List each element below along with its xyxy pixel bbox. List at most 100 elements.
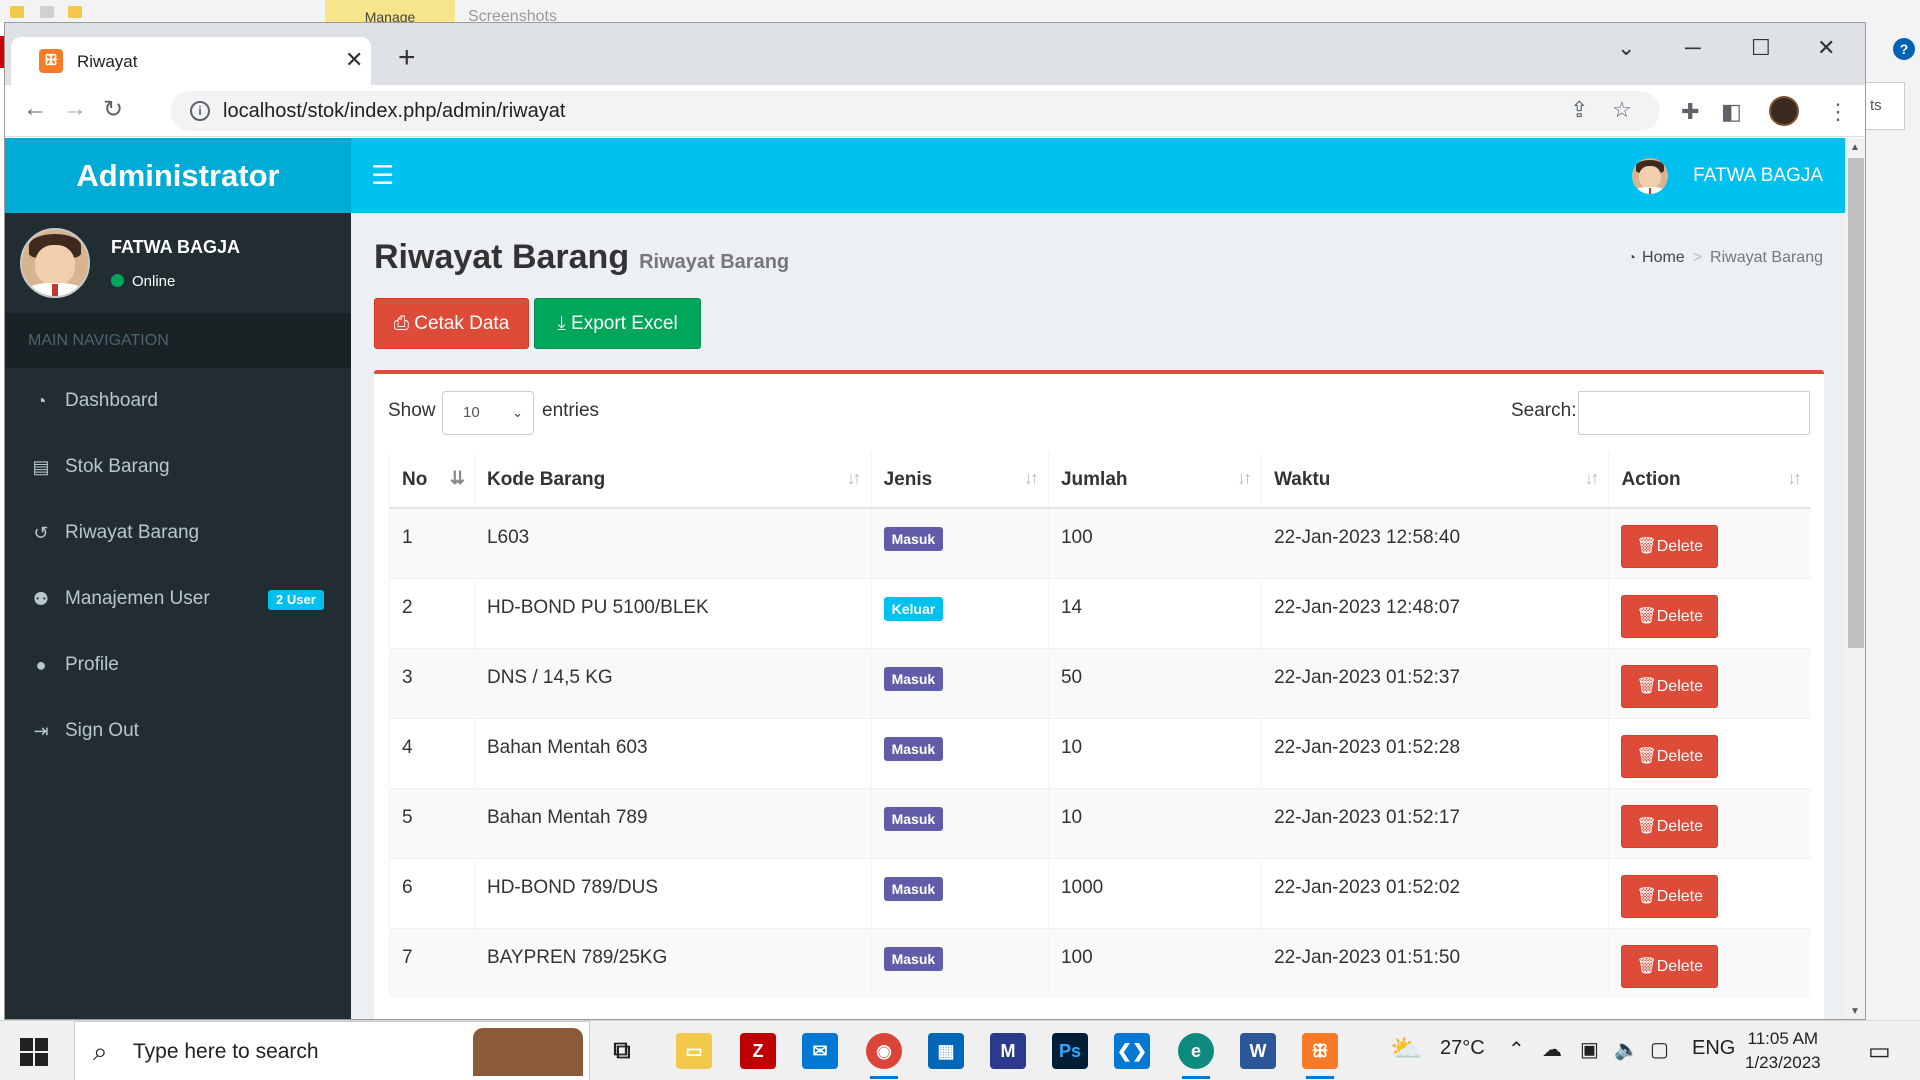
trash-icon: 🗑 (1636, 538, 1657, 555)
onedrive-icon[interactable]: ☁ (1542, 1037, 1562, 1062)
sidebar-item-sign-out[interactable]: ⇥ Sign Out (5, 698, 351, 764)
device-icon[interactable]: ▢ (1650, 1037, 1669, 1062)
filezilla-icon[interactable]: Z (740, 1033, 776, 1069)
close-tab-icon[interactable]: ✕ (345, 47, 363, 73)
export-excel-button[interactable]: ⤓ Export Excel (534, 298, 701, 349)
page-title: Riwayat Barang Riwayat Barang (374, 238, 789, 277)
column-header-waktu[interactable]: Waktu ↓↑ (1261, 452, 1609, 509)
sidebar-item-stok-barang[interactable]: ▤ Stok Barang (5, 434, 351, 500)
temperature[interactable]: 27°C (1440, 1037, 1485, 1060)
cell-action: 🗑Delete (1608, 577, 1811, 648)
print-button[interactable]: ⎙ Cetak Data (374, 298, 529, 349)
delete-button[interactable]: 🗑Delete (1621, 525, 1718, 568)
site-info-icon[interactable]: i (190, 101, 210, 121)
scroll-down-icon[interactable]: ▼ (1850, 1006, 1860, 1017)
column-header-action[interactable]: Action ↓↑ (1608, 452, 1811, 509)
sidebar-item-profile[interactable]: ● Profile (5, 632, 351, 698)
forward-icon[interactable]: → (63, 95, 87, 123)
background-manage-tab: Manage (325, 0, 455, 22)
delete-button[interactable]: 🗑Delete (1621, 734, 1718, 778)
clock[interactable]: 11:05 AM 1/23/2023 (1745, 1027, 1821, 1075)
scroll-up-icon[interactable]: ▲ (1850, 142, 1860, 153)
mail-icon[interactable]: ✉ (802, 1033, 838, 1069)
cell-waktu: 22-Jan-2023 01:52:28 (1261, 717, 1609, 788)
cell-no: 2 (389, 577, 475, 648)
word-icon[interactable]: W (1240, 1033, 1276, 1069)
delete-button[interactable]: 🗑Delete (1621, 664, 1718, 708)
sidebar-item-riwayat-barang[interactable]: ↺ Riwayat Barang (5, 500, 351, 566)
app-logo[interactable]: Administrator (5, 138, 351, 213)
sidebar-item-label: Dashboard (65, 390, 158, 411)
column-header-jumlah[interactable]: Jumlah ↓↑ (1047, 452, 1262, 509)
page-scrollbar[interactable]: ▲ ▼ (1845, 138, 1865, 1019)
clock-time: 11:05 AM (1747, 1029, 1819, 1048)
column-header-no[interactable]: No ⇊ (389, 452, 475, 509)
photoshop-icon[interactable]: Ps (1052, 1033, 1088, 1069)
weather-icon[interactable]: ⛅ (1390, 1033, 1422, 1064)
table-box: Show 10 ⌄ entries Search: No ⇊ Kode Baran (374, 370, 1824, 1019)
share-icon[interactable]: ⇪ (1570, 97, 1588, 123)
new-tab-icon[interactable]: + (398, 43, 416, 73)
edge-icon[interactable]: e (1178, 1033, 1214, 1079)
sidebar-toggle-icon[interactable]: ☰ (371, 160, 394, 191)
cell-waktu: 22-Jan-2023 01:51:50 (1261, 927, 1609, 998)
sidebar-menu: ◔ Dashboard ▤ Stok Barang ↺ Riwayat Bara… (5, 368, 351, 764)
vscode-icon[interactable]: ❮❯ (1114, 1033, 1150, 1069)
notifications-icon[interactable]: ▭ (1868, 1037, 1891, 1066)
help-icon[interactable]: ? (1893, 38, 1915, 60)
sidebar-item-label: Stok Barang (65, 456, 170, 477)
sidebar-item-manajemen-user[interactable]: ⚉ Manajemen User 2 User (5, 566, 351, 632)
file-explorer-icon[interactable]: ▭ (676, 1033, 712, 1069)
page-length-select[interactable]: 10 ⌄ (442, 391, 534, 435)
scrollbar-thumb[interactable] (1848, 158, 1864, 648)
maximize-icon[interactable]: ☐ (1751, 35, 1771, 61)
chevron-up-icon[interactable]: ⌃ (1508, 1037, 1525, 1062)
windows-start-icon[interactable] (20, 1038, 48, 1066)
address-bar[interactable]: i localhost/stok/index.php/admin/riwayat… (170, 91, 1660, 131)
menu-kebab-icon[interactable]: ⋮ (1827, 99, 1849, 125)
column-header-kode-barang[interactable]: Kode Barang ↓↑ (473, 452, 872, 509)
microsoft-store-icon[interactable]: ▦ (928, 1033, 964, 1069)
sign-out-icon: ⇥ (33, 721, 49, 741)
cell-jenis: Masuk (870, 787, 1049, 858)
profile-avatar[interactable] (1769, 96, 1799, 126)
delete-button[interactable]: 🗑Delete (1621, 594, 1718, 638)
table-header-row: No ⇊ Kode Barang ↓↑ Jenis ↓↑ Jumlah ↓↑ Waktu… (389, 452, 1811, 509)
network-icon[interactable]: ▣ (1580, 1037, 1599, 1062)
cell-kode-barang: BAYPREN 789/25KG (473, 927, 872, 998)
column-header-jenis[interactable]: Jenis ↓↑ (870, 452, 1049, 509)
jenis-badge: Masuk (883, 946, 944, 971)
extensions-icon[interactable]: ✚ (1681, 99, 1699, 125)
cell-kode-barang: HD-BOND PU 5100/BLEK (473, 577, 872, 648)
close-window-icon[interactable]: ✕ (1817, 35, 1835, 61)
taskbar-search-box[interactable]: ⌕ Type here to search (74, 1021, 590, 1080)
side-panel-icon[interactable]: ◧ (1721, 99, 1742, 125)
app-m-icon[interactable]: M (990, 1033, 1026, 1069)
minimize-icon[interactable]: ─ (1685, 35, 1701, 61)
bookmark-star-icon[interactable]: ☆ (1612, 97, 1632, 123)
table-row: 6 HD-BOND 789/DUS Masuk 1000 22-Jan-2023… (389, 857, 1811, 928)
xampp-icon[interactable]: ꕥ (1302, 1033, 1338, 1079)
windows-taskbar: ⌕ Type here to search ⧉ ▭ Z ✉ ◉ ▦ M Ps ❮… (0, 1020, 1920, 1080)
delete-label: Delete (1656, 677, 1703, 695)
sort-asc-icon: ⇊ (449, 468, 465, 488)
language-indicator[interactable]: ENG (1692, 1037, 1735, 1060)
chrome-icon[interactable]: ◉ (866, 1033, 902, 1079)
browser-tab[interactable]: ꕥ Riwayat ✕ (11, 37, 371, 85)
cell-action: 🗑Delete (1608, 507, 1811, 578)
reload-icon[interactable]: ↻ (103, 95, 123, 124)
jenis-badge: Keluar (883, 596, 944, 621)
tab-search-chevron-icon[interactable]: ⌄ (1617, 35, 1635, 61)
delete-button[interactable]: 🗑Delete (1621, 874, 1718, 918)
breadcrumb-home[interactable]: Home (1642, 249, 1685, 266)
tab-title: Riwayat (77, 52, 138, 71)
delete-button[interactable]: 🗑Delete (1621, 944, 1718, 988)
task-view-icon[interactable]: ⧉ (604, 1033, 640, 1069)
column-label: Action (1621, 468, 1681, 490)
dashboard-icon: ◔ (35, 391, 47, 411)
search-input[interactable] (1578, 391, 1810, 435)
back-icon[interactable]: ← (23, 95, 47, 123)
volume-icon[interactable]: 🔈 (1614, 1037, 1639, 1062)
delete-button[interactable]: 🗑Delete (1621, 804, 1718, 848)
sidebar-item-dashboard[interactable]: ◔ Dashboard (5, 368, 351, 434)
